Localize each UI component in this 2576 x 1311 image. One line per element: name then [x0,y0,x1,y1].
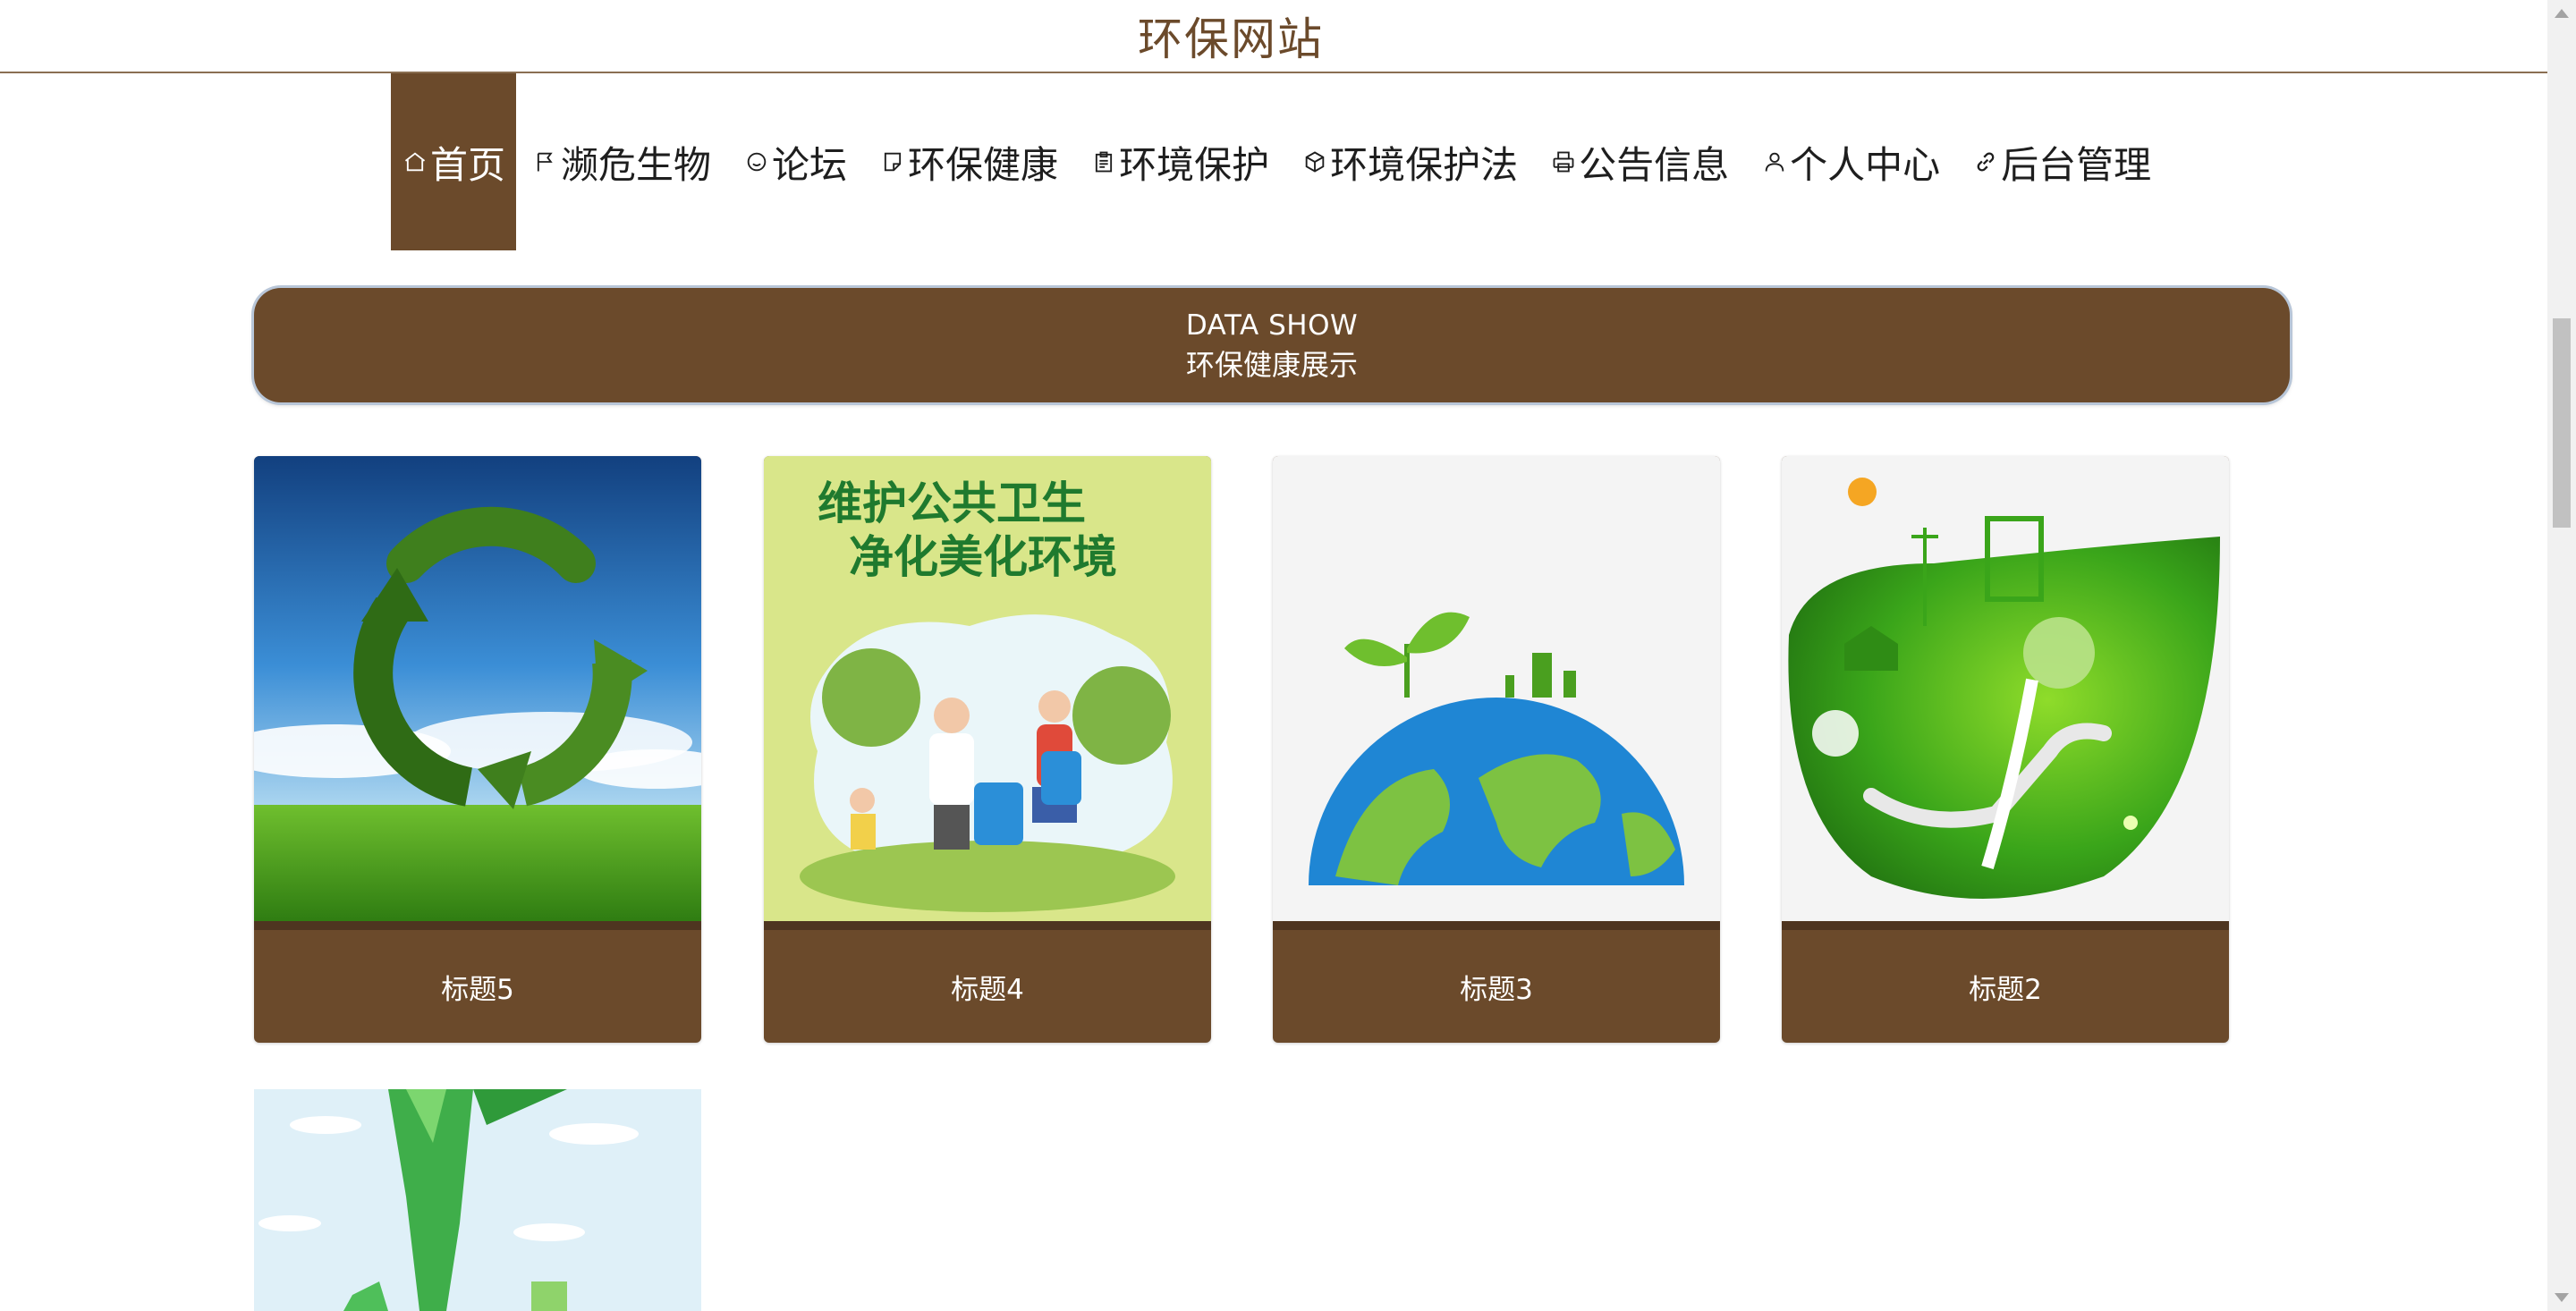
card-image-green-earth [1273,456,1720,921]
flag-icon [532,146,559,178]
nav-item-label: 论坛 [772,142,848,187]
nav-item-label: 环境保护 [1119,142,1270,187]
nav-item-label: 个人中心 [1790,142,1941,187]
nav-item-label: 濒危生物 [561,142,712,187]
nav-item-label: 环保健康 [908,142,1059,187]
card[interactable]: 标题3 [1273,456,1720,1043]
card[interactable] [254,1089,701,1311]
link-icon [1972,146,1999,178]
note-icon [879,146,906,178]
nav-item-label: 首页 [430,142,506,187]
user-icon [1761,146,1788,178]
page: 环保网站 首页 濒危生物 论坛 环保健康 环境保护 环境保护法 公告信息 个人中… [0,0,2576,1311]
card-divider [254,921,701,930]
nav-item-profile[interactable]: 个人中心 [1745,73,1956,250]
vertical-scrollbar[interactable] [2547,0,2576,1311]
scrollbar-thumb[interactable] [2553,318,2571,528]
card[interactable]: 标题2 [1782,456,2229,1043]
nav-item-env-protect[interactable]: 环境保护 [1074,73,1285,250]
card[interactable]: 维护公共卫生 净化美化环境 标题4 [764,456,1211,1043]
nav-item-forum[interactable]: 论坛 [727,73,863,250]
site-header: 环保网站 [0,0,2547,73]
nav-item-env-law[interactable]: 环境保护法 [1285,73,1534,250]
card-divider [1273,921,1720,930]
main-nav: 首页 濒危生物 论坛 环保健康 环境保护 环境保护法 公告信息 个人中心 后台管… [391,73,2167,250]
printer-icon [1550,146,1577,178]
smile-icon [743,146,770,178]
nav-item-eco-health[interactable]: 环保健康 [863,73,1074,250]
card-divider [1782,921,2229,930]
poster-line-1: 维护公共卫生 [818,478,1086,529]
site-title: 环保网站 [1138,13,1324,65]
scroll-down-arrow-icon[interactable] [2555,1293,2569,1302]
nav-item-admin[interactable]: 后台管理 [1956,73,2167,250]
card-title: 标题3 [1460,973,1533,1006]
nav-item-label: 公告信息 [1579,142,1730,187]
card-image-green-tree [254,1089,701,1311]
section-banner: DATA SHOW 环保健康展示 [254,288,2290,402]
card-image-green-leaf [1782,456,2229,921]
nav-item-label: 环境保护法 [1330,142,1519,187]
card-image-recycle [254,456,701,921]
banner-title-cn: 环保健康展示 [1185,348,1358,382]
card-title: 标题2 [1969,973,2042,1006]
card-divider [764,921,1211,930]
card-title: 标题5 [441,973,514,1006]
clipboard-icon [1090,146,1117,178]
card-image-hygiene-poster: 维护公共卫生 净化美化环境 [764,456,1211,921]
poster-line-2: 净化美化环境 [849,531,1117,583]
cube-icon [1301,146,1328,178]
scroll-up-arrow-icon[interactable] [2555,9,2569,18]
banner-title-en: DATA SHOW [1185,309,1359,342]
nav-item-home[interactable]: 首页 [391,73,517,250]
card-title: 标题4 [951,973,1024,1006]
card[interactable]: 标题5 [254,456,701,1043]
nav-item-endangered[interactable]: 濒危生物 [516,73,727,250]
home-icon [402,146,428,178]
nav-item-label: 后台管理 [2001,142,2152,187]
nav-item-announcements[interactable]: 公告信息 [1534,73,1745,250]
